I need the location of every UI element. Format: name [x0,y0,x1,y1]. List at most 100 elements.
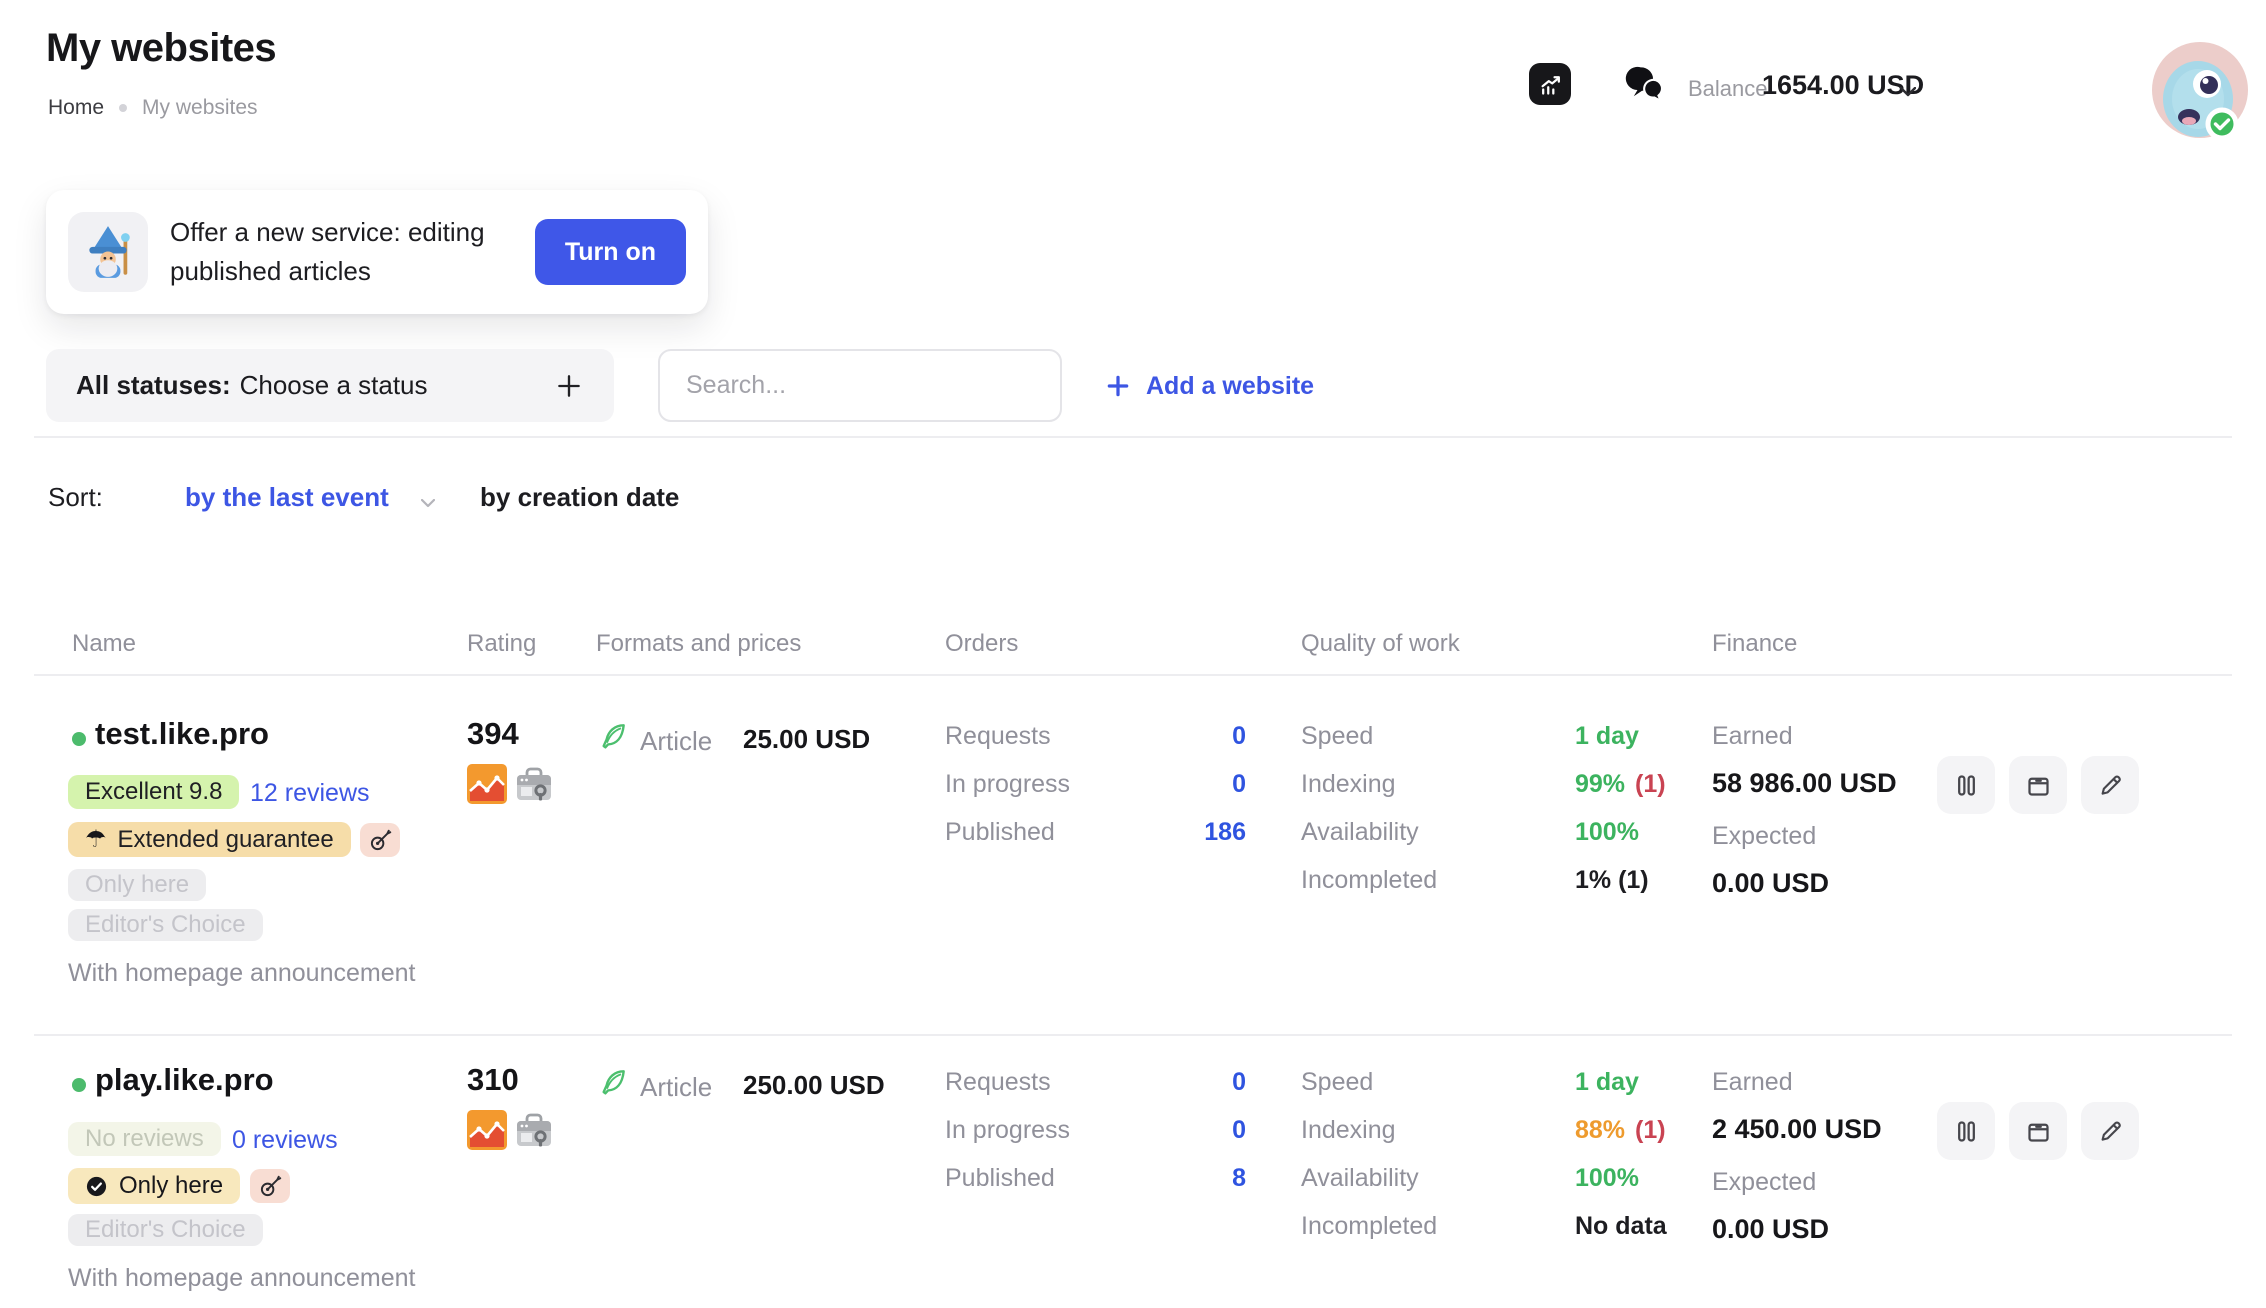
sort-option-last-event[interactable]: by the last event [185,482,389,513]
search-console-icon[interactable] [514,764,554,809]
in-progress-value[interactable]: 0 [1100,770,1246,799]
chat-button[interactable] [1623,62,1667,106]
only-here-badge: Only here [68,1168,240,1204]
website-name-link[interactable]: play.like.pro [95,1062,274,1098]
availability-label: Availability [1301,1164,1419,1193]
divider [34,674,2232,676]
status-dot [72,732,86,746]
indexing-value: 99% (1) [1575,770,1666,799]
pause-button[interactable] [1937,756,1995,814]
incompleted-value: 1% (1) [1575,866,1649,895]
format-price: 250.00 USD [743,1070,885,1101]
rating-value: 394 [467,716,519,752]
in-progress-label: In progress [945,770,1070,799]
earned-label: Earned [1712,722,1793,751]
indexing-label: Indexing [1301,770,1396,799]
rating-badge: No reviews [68,1122,221,1156]
add-website-button[interactable]: Add a website [1105,366,1314,406]
breadcrumb-current: My websites [142,96,258,120]
archive-icon [2025,1118,2052,1145]
pause-button[interactable] [1937,1102,1995,1160]
rating-badge: Excellent 9.8 [68,775,239,809]
bar-chart-trending-up-icon [1537,71,1564,98]
indexing-value: 88% (1) [1575,1116,1666,1145]
balance-label: Balance [1688,76,1768,102]
status-filter[interactable]: All statuses: Choose a status [46,349,614,422]
turn-on-button[interactable]: Turn on [535,219,686,285]
incompleted-label: Incompleted [1301,1212,1437,1241]
dart-badge [250,1169,290,1203]
column-header-formats: Formats and prices [596,630,801,658]
article-feather-icon [597,1066,629,1103]
editors-choice-badge: Editor's Choice [68,1214,263,1246]
published-value[interactable]: 186 [1100,818,1246,847]
umbrella-icon: ☂ [85,828,107,852]
only-here-label: Only here [119,1172,223,1200]
edit-button[interactable] [2081,756,2139,814]
availability-label: Availability [1301,818,1419,847]
format-type: Article [640,1072,712,1103]
sort-label: Sort: [48,482,103,513]
extended-guarantee-badge: ☂ Extended guarantee [68,822,351,857]
pencil-icon [2097,772,2124,799]
search-input[interactable] [658,349,1062,422]
requests-value[interactable]: 0 [1100,722,1246,751]
expected-label: Expected [1712,822,1816,851]
format-type: Article [640,726,712,757]
reviews-link[interactable]: 0 reviews [232,1126,338,1155]
incompleted-label: Incompleted [1301,866,1437,895]
published-value[interactable]: 8 [1100,1164,1246,1193]
availability-value: 100% [1575,1164,1639,1193]
pause-icon [1953,1118,1980,1145]
earned-value: 2 450.00 USD [1712,1114,1882,1145]
published-label: Published [945,1164,1055,1193]
status-filter-value: Choose a status [240,370,428,401]
balance-caret-down-icon[interactable] [1900,84,1916,102]
archive-button[interactable] [2009,1102,2067,1160]
speed-value: 1 day [1575,722,1639,751]
article-feather-icon [597,720,629,757]
plus-icon [1105,373,1131,399]
search-console-icon[interactable] [514,1110,554,1155]
divider [34,1034,2232,1036]
add-website-label: Add a website [1146,372,1314,401]
column-header-orders: Orders [945,630,1018,658]
earned-label: Earned [1712,1068,1793,1097]
column-header-rating: Rating [467,630,536,658]
google-analytics-icon[interactable] [467,764,507,809]
my-websites-page: My websites Home My websites Balance 165… [0,0,2266,1308]
check-circle-icon [85,1175,108,1198]
column-header-finance: Finance [1712,630,1797,658]
expected-value: 0.00 USD [1712,868,1829,899]
stats-button[interactable] [1529,63,1571,105]
dart-icon [259,1175,282,1198]
extended-guarantee-label: Extended guarantee [118,826,334,854]
requests-value[interactable]: 0 [1100,1068,1246,1097]
status-dot [72,1078,86,1092]
google-analytics-icon[interactable] [467,1110,507,1155]
in-progress-label: In progress [945,1116,1070,1145]
expected-label: Expected [1712,1168,1816,1197]
promo-banner: Offer a new service: editing published a… [46,190,708,314]
breadcrumb-home-link[interactable]: Home [48,96,104,120]
indexing-label: Indexing [1301,1116,1396,1145]
divider [34,436,2232,438]
archive-button[interactable] [2009,756,2067,814]
speed-value: 1 day [1575,1068,1639,1097]
speed-label: Speed [1301,1068,1373,1097]
editors-choice-badge: Editor's Choice [68,909,263,941]
column-header-name: Name [72,630,136,658]
verified-check-badge-icon [2208,110,2236,138]
dart-badge [360,823,400,857]
user-avatar[interactable] [2152,42,2248,138]
promo-banner-text: Offer a new service: editing published a… [170,213,512,291]
homepage-note: With homepage announcement [68,959,415,988]
page-title: My websites [46,26,276,71]
reviews-link[interactable]: 12 reviews [250,779,370,808]
sort-caret-down-icon[interactable] [421,495,435,513]
sort-option-creation-date[interactable]: by creation date [480,482,679,513]
in-progress-value[interactable]: 0 [1100,1116,1246,1145]
wizard-emoji-icon [68,212,148,292]
website-name-link[interactable]: test.like.pro [95,716,269,752]
edit-button[interactable] [2081,1102,2139,1160]
